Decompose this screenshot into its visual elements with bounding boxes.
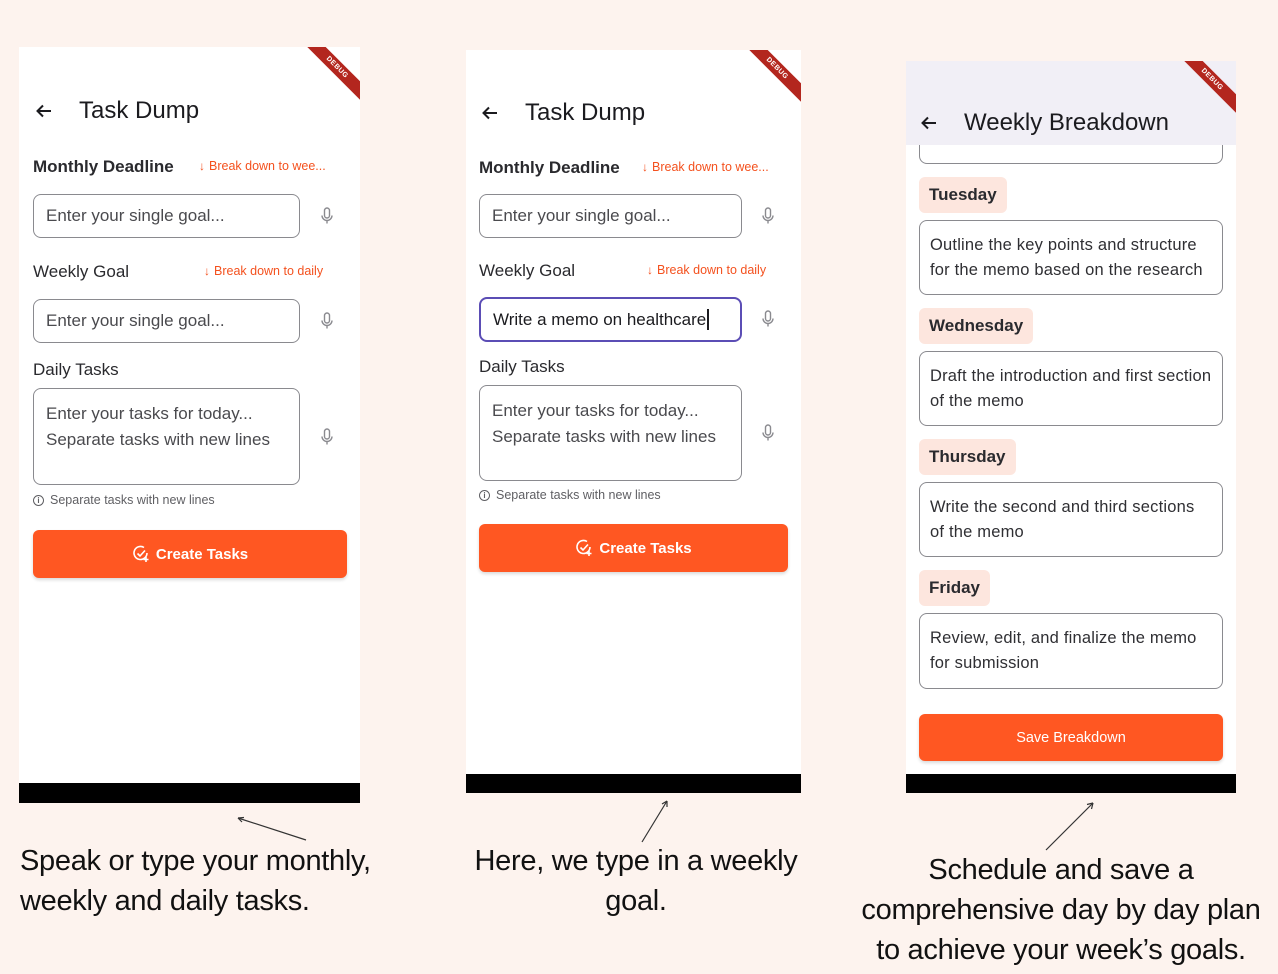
weekly-goal-input[interactable]: Enter your single goal... bbox=[33, 299, 300, 343]
system-nav-bar bbox=[466, 774, 801, 793]
task-add-icon bbox=[133, 545, 149, 562]
weekly-goal-value: Write a memo on healthcare bbox=[493, 309, 707, 329]
page-title: Task Dump bbox=[79, 97, 200, 124]
break-down-daily-link[interactable]: ↓ Break down to daily bbox=[647, 263, 766, 277]
arrow-down-icon: ↓ bbox=[642, 160, 648, 174]
break-down-daily-link[interactable]: ↓ Break down to daily bbox=[204, 264, 323, 278]
page-title: Task Dump bbox=[525, 99, 646, 126]
info-icon: i bbox=[479, 489, 490, 501]
create-tasks-button[interactable]: Create Tasks bbox=[479, 524, 788, 572]
daily-tasks-helper: i Separate tasks with new lines bbox=[479, 488, 661, 502]
break-down-weekly-link[interactable]: ↓ Break down to wee... bbox=[199, 159, 326, 173]
break-down-daily-label: Break down to daily bbox=[657, 263, 767, 277]
daily-tasks-label: Daily Tasks bbox=[479, 357, 565, 376]
arrow-down-icon: ↓ bbox=[199, 159, 205, 173]
microphone-icon[interactable] bbox=[761, 207, 775, 225]
day-chip-wednesday: Wednesday bbox=[919, 308, 1034, 344]
daily-tasks-input[interactable]: Enter your tasks for today... Separate t… bbox=[479, 385, 742, 481]
microphone-icon[interactable] bbox=[320, 428, 334, 446]
daily-tasks-helper: i Separate tasks with new lines bbox=[33, 493, 215, 507]
arrow-down-icon: ↓ bbox=[204, 264, 210, 278]
arrow-down-icon: ↓ bbox=[647, 263, 653, 277]
break-down-daily-label: Break down to daily bbox=[214, 264, 324, 278]
day-task-wednesday[interactable]: Draft the introduction and first section… bbox=[919, 351, 1223, 426]
app-bar: Weekly Breakdown bbox=[906, 61, 1236, 145]
page-title: Weekly Breakdown bbox=[964, 109, 1169, 136]
helper-text: Separate tasks with new lines bbox=[50, 493, 215, 507]
weekly-goal-input[interactable]: Write a memo on healthcare bbox=[479, 297, 742, 342]
break-down-weekly-label: Break down to wee... bbox=[209, 159, 326, 173]
text-caret bbox=[707, 309, 709, 330]
break-down-weekly-label: Break down to wee... bbox=[652, 160, 769, 174]
microphone-icon[interactable] bbox=[320, 312, 334, 330]
weekly-goal-label: Weekly Goal bbox=[33, 262, 130, 281]
system-nav-bar bbox=[19, 783, 360, 803]
phone-screen-2: DEBUG Task Dump Monthly Deadline ↓ Break… bbox=[466, 50, 801, 793]
monthly-deadline-label: Monthly Deadline bbox=[33, 157, 174, 176]
microphone-icon[interactable] bbox=[320, 207, 334, 225]
debug-ribbon: DEBUG bbox=[740, 50, 801, 105]
create-tasks-label: Create Tasks bbox=[155, 545, 249, 563]
daily-tasks-input[interactable]: Enter your tasks for today... Separate t… bbox=[33, 388, 300, 485]
day-task-friday[interactable]: Review, edit, and finalize the memo for … bbox=[919, 613, 1223, 689]
day-chip-friday: Friday bbox=[919, 570, 991, 606]
phone-screen-3: Tuesday Outline the key points and struc… bbox=[906, 61, 1236, 793]
day-task-tuesday[interactable]: Outline the key points and structure for… bbox=[919, 220, 1223, 295]
weekly-goal-label: Weekly Goal bbox=[479, 261, 576, 280]
caption-step-2: Here, we type in a weekly goal. bbox=[474, 845, 798, 917]
helper-text: Separate tasks with new lines bbox=[496, 488, 661, 502]
phone-screen-1: DEBUG Task Dump Monthly Deadline ↓ Break… bbox=[19, 47, 360, 803]
pointer-arrow-2 bbox=[641, 800, 668, 843]
monthly-goal-input[interactable]: Enter your single goal... bbox=[33, 194, 300, 238]
day-chip-thursday: Thursday bbox=[919, 439, 1016, 475]
arrow-left-icon[interactable] bbox=[481, 104, 499, 122]
debug-ribbon: DEBUG bbox=[300, 47, 360, 104]
microphone-icon[interactable] bbox=[761, 310, 775, 328]
save-breakdown-label: Save Breakdown bbox=[1016, 729, 1126, 746]
system-nav-bar bbox=[906, 774, 1236, 793]
pointer-arrow-1 bbox=[237, 816, 307, 841]
create-tasks-label: Create Tasks bbox=[599, 539, 692, 557]
caption-step-1: Speak or type your monthly, weekly and d… bbox=[20, 845, 371, 917]
caption-step-3: Schedule and save a comprehensive day by… bbox=[861, 854, 1261, 966]
day-task-thursday[interactable]: Write the second and third sections of t… bbox=[919, 482, 1223, 557]
create-tasks-button[interactable]: Create Tasks bbox=[33, 530, 347, 578]
monthly-deadline-label: Monthly Deadline bbox=[479, 158, 620, 177]
arrow-left-icon[interactable] bbox=[35, 102, 53, 120]
microphone-icon[interactable] bbox=[761, 424, 775, 442]
pointer-arrow-3 bbox=[1045, 802, 1094, 851]
day-chip-tuesday: Tuesday bbox=[919, 177, 1007, 213]
break-down-weekly-link[interactable]: ↓ Break down to wee... bbox=[642, 160, 769, 174]
info-icon: i bbox=[33, 494, 44, 506]
daily-tasks-label: Daily Tasks bbox=[33, 360, 119, 379]
monthly-goal-input[interactable]: Enter your single goal... bbox=[479, 194, 742, 238]
task-add-icon bbox=[576, 539, 592, 556]
arrow-left-icon[interactable] bbox=[920, 114, 938, 132]
save-breakdown-button[interactable]: Save Breakdown bbox=[919, 714, 1223, 761]
